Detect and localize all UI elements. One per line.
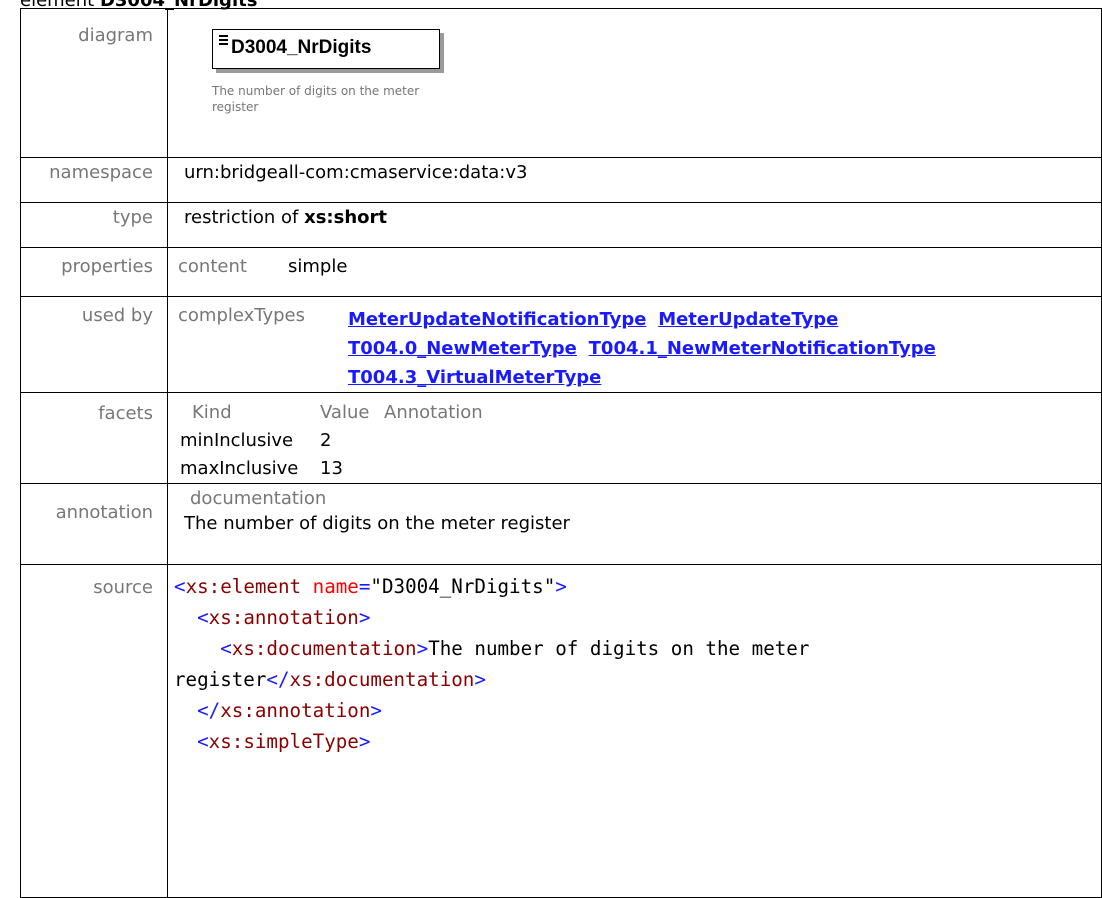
facet-kind: maxInclusive [180,458,299,479]
source-cell: <xs:element name="D3004_NrDigits"> <xs:a… [167,564,1102,898]
annotation-text: The number of digits on the meter regist… [184,513,570,534]
element-diagram: D3004_NrDigits The number of digits on t… [184,9,1101,137]
source-label: source [20,564,168,898]
used-by-kind: complexTypes [178,305,306,326]
type-row: type restriction of xs:short [20,202,1102,248]
used-by-link[interactable]: MeterUpdateNotificationType [348,309,646,330]
type-base: xs:short [304,207,388,228]
properties-value: simple [288,256,348,277]
used-by-link[interactable]: T004.1_NewMeterNotificationType [589,338,936,359]
facet-header-annotation: Annotation [384,402,483,423]
namespace-label: namespace [20,157,168,203]
annotation-row: annotation documentation The number of d… [20,483,1102,565]
type-prefix: restriction of [184,207,299,228]
used-by-row: used by complexTypes MeterUpdateNotifica… [20,296,1102,393]
used-by-label: used by [20,296,168,393]
facet-kind: minInclusive [180,430,294,451]
facet-value: 13 [320,458,343,479]
diagram-element-doc: The number of digits on the meter regist… [212,84,420,114]
facets-table: Kind Value Annotation minInclusive 2 max… [180,399,491,483]
facet-header-value: Value [320,402,370,423]
type-value: restriction of xs:short [167,202,1102,248]
properties-key: content [178,256,247,277]
diagram-label: diagram [20,8,168,158]
used-by-cell: complexTypes MeterUpdateNotificationType… [167,296,1102,393]
element-doc-table: diagram D3004_NrDigits The number of dig… [20,8,1102,898]
used-by-links: MeterUpdateNotificationType MeterUpdateT… [348,305,1048,392]
namespace-value: urn:bridgeall-com:cmaservice:data:v3 [167,157,1102,203]
facets-row: facets Kind Value Annotation minInclusiv… [20,392,1102,484]
annotation-label: annotation [20,483,168,565]
properties-row: properties content simple [20,247,1102,297]
diagram-element-box[interactable]: D3004_NrDigits [212,29,440,69]
source-row: source <xs:element name="D3004_NrDigits"… [20,564,1102,898]
properties-cell: content simple [167,247,1102,297]
facet-header-kind: Kind [192,402,232,423]
facet-row: minInclusive 2 [180,427,491,455]
annotation-cell: documentation The number of digits on th… [167,483,1102,565]
properties-label: properties [20,247,168,297]
used-by-link[interactable]: T004.0_NewMeterType [348,338,577,359]
annotation-head: documentation [190,488,327,509]
diagram-cell: D3004_NrDigits The number of digits on t… [167,8,1102,158]
element-list-icon [219,35,228,47]
source-code: <xs:element name="D3004_NrDigits"> <xs:a… [174,575,810,753]
namespace-row: namespace urn:bridgeall-com:cmaservice:d… [20,157,1102,203]
facet-row: maxInclusive 13 [180,455,491,483]
used-by-link[interactable]: T004.3_VirtualMeterType [348,367,601,388]
type-label: type [20,202,168,248]
used-by-link[interactable]: MeterUpdateType [658,309,838,330]
facet-value: 2 [320,430,332,451]
diagram-row: diagram D3004_NrDigits The number of dig… [20,8,1102,158]
facets-cell: Kind Value Annotation minInclusive 2 max… [167,392,1102,484]
facets-label: facets [20,392,168,484]
diagram-element-name: D3004_NrDigits [231,37,372,58]
